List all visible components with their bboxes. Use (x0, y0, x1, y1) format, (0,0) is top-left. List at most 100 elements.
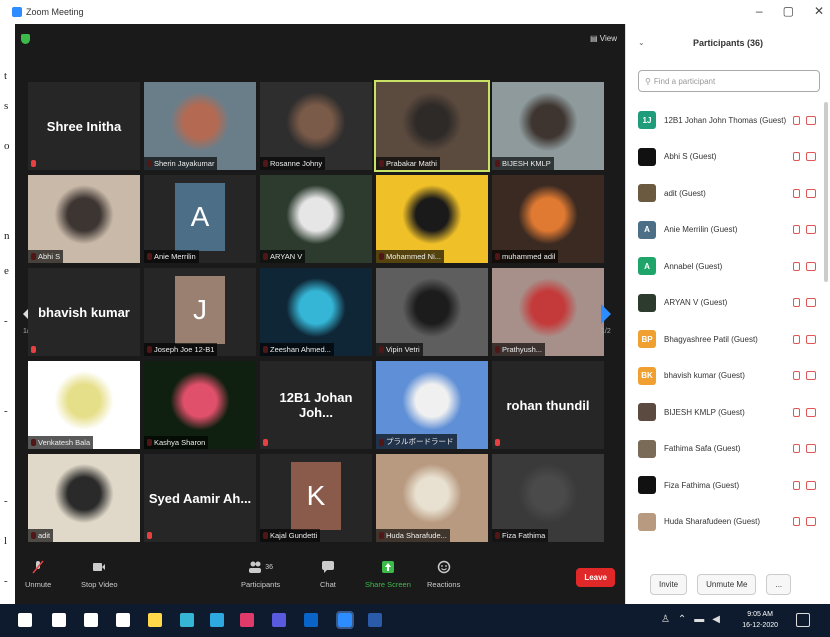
person-icon[interactable]: ♙ (661, 614, 670, 625)
windows-icon[interactable] (18, 613, 32, 627)
participant-search-input[interactable]: ⚲ Find a participant (638, 70, 820, 92)
network-icon[interactable]: ▬ (694, 614, 704, 625)
more-options-button[interactable]: ... (766, 573, 792, 595)
files-icon[interactable] (180, 613, 194, 627)
participant-row[interactable]: BP Bhagyashree Patil (Guest) (626, 321, 826, 357)
outlook-icon[interactable] (304, 613, 318, 627)
video-tile[interactable]: Rosanne Johny (260, 82, 372, 170)
tile-name-label: Sherin Jayakumar (144, 157, 218, 170)
video-tile[interactable]: Sherin Jayakumar (144, 82, 256, 170)
participant-row[interactable]: Fathima Safa (Guest) (626, 431, 826, 467)
mic-muted-icon (793, 334, 800, 344)
participant-status-icons (793, 334, 816, 344)
participant-row[interactable]: BK bhavish kumar (Guest) (626, 358, 826, 394)
leave-button[interactable]: Leave (576, 568, 615, 587)
close-icon[interactable]: ✕ (814, 4, 824, 18)
letter-avatar: J (175, 276, 225, 344)
participant-row[interactable]: A Anie Merrilin (Guest) (626, 212, 826, 248)
video-tile[interactable]: Mohammed Ni... (376, 175, 488, 263)
reactions-button[interactable]: Reactions (427, 560, 460, 589)
video-tile[interactable]: Vipin Vetri (376, 268, 488, 356)
video-tile[interactable]: Syed Aamir Ah... (144, 454, 256, 542)
paint-icon[interactable] (148, 613, 162, 627)
edge-icon[interactable] (210, 613, 224, 627)
tile-name-label: Zeeshan Ahmed... (260, 343, 334, 356)
participant-row[interactable]: adit (Guest) (626, 175, 826, 211)
video-tile[interactable]: Prabakar Mathi (374, 80, 490, 172)
video-tile[interactable]: ARYAN V (260, 175, 372, 263)
video-tile[interactable]: Fiza Fathima (492, 454, 604, 542)
minimize-icon[interactable]: – (756, 4, 763, 18)
participant-row[interactable]: Abhi S (Guest) (626, 139, 826, 175)
view-label: View (599, 34, 617, 43)
next-page-button[interactable]: 1/2 (601, 304, 613, 335)
video-tile[interactable]: Kashya Sharon (144, 361, 256, 449)
task-view-icon[interactable] (84, 613, 98, 627)
video-tile[interactable]: muhammed adil (492, 175, 604, 263)
volume-icon[interactable]: ◀ (712, 614, 720, 625)
video-tile[interactable]: K Kajal Gundetti (260, 454, 372, 542)
video-off-icon (806, 188, 816, 198)
mic-muted-icon (31, 346, 36, 353)
participant-list-scrollbar[interactable] (824, 102, 828, 282)
encryption-shield-icon[interactable] (21, 34, 30, 44)
search-icon[interactable] (52, 613, 66, 627)
participant-row[interactable]: A Annabel (Guest) (626, 248, 826, 284)
participant-name: Fathima Safa (Guest) (664, 444, 741, 453)
video-tile[interactable]: Shree Initha (28, 82, 140, 170)
meeting-area: ▤ View 1/2 Shree Initha Sherin Jayakumar R… (15, 24, 625, 604)
stop-video-button[interactable]: Stop Video (81, 560, 118, 589)
video-tile[interactable]: J Joseph Joe 12-B1 (144, 268, 256, 356)
video-tile[interactable]: Venkatesh Bala (28, 361, 140, 449)
chat-icon (321, 561, 334, 573)
word-icon[interactable] (368, 613, 382, 627)
video-tile[interactable]: 12B1 Johan Joh... (260, 361, 372, 449)
store-icon[interactable] (116, 613, 130, 627)
participant-row[interactable]: BIJESH KMLP (Guest) (626, 394, 826, 430)
participant-row[interactable]: ARYAN V (Guest) (626, 285, 826, 321)
unmute-button[interactable]: Unmute (25, 560, 51, 589)
unmute-me-button[interactable]: Unmute Me (697, 573, 757, 595)
mic-muted-icon (793, 261, 800, 271)
maximize-icon[interactable]: ▢ (783, 4, 794, 18)
participant-row[interactable]: Fiza Fathima (Guest) (626, 467, 826, 503)
strip-char: - (4, 315, 8, 327)
participant-avatar (638, 476, 656, 494)
invite-button[interactable]: Invite (650, 573, 688, 595)
video-tile[interactable]: Huda Sharafude... (376, 454, 488, 542)
video-tile[interactable]: bhavish kumar (28, 268, 140, 356)
mic-muted-icon (263, 439, 268, 446)
video-tile[interactable]: Prathyush... (492, 268, 604, 356)
slack-icon[interactable] (240, 613, 254, 627)
participant-row[interactable]: 1J 12B1 Johan John Thomas (Guest) (626, 102, 826, 138)
video-icon (93, 563, 106, 571)
video-tile[interactable]: adit (28, 454, 140, 542)
video-tile[interactable]: Zeeshan Ahmed... (260, 268, 372, 356)
video-tile[interactable]: Abhi S (28, 175, 140, 263)
strip-char: l (4, 535, 8, 547)
clock[interactable]: 9:05 AM 16-12-2020 (742, 609, 778, 631)
panel-footer: Invite Unmute Me ... (626, 564, 830, 604)
video-tile[interactable]: rohan thundil (492, 361, 604, 449)
participants-button[interactable]: 36 Participants (241, 560, 280, 589)
video-tile[interactable]: プラルボードラード (376, 361, 488, 449)
notifications-icon[interactable] (796, 613, 810, 627)
participant-row[interactable]: Huda Sharafudeen (Guest) (626, 504, 826, 540)
tile-name-card: Syed Aamir Ah... (148, 490, 252, 506)
mic-muted-icon (793, 225, 800, 234)
chat-button[interactable]: Chat (320, 560, 336, 589)
letter-avatar: K (291, 462, 341, 530)
view-button[interactable]: ▤ View (590, 34, 617, 43)
chevron-up-icon[interactable]: ⌃ (678, 614, 686, 625)
share-screen-button[interactable]: Share Screen (365, 560, 411, 589)
tile-name-label: Prabakar Mathi (376, 157, 440, 170)
windows-taskbar: ♙ ⌃ ▬ ◀ 9:05 AM 16-12-2020 (0, 604, 830, 637)
video-tile[interactable]: A Anie Merrilin (144, 175, 256, 263)
participant-status-icons (793, 188, 816, 198)
video-tile[interactable]: BIJESH KMLP (492, 82, 604, 170)
mic-muted-icon (793, 517, 800, 526)
teams-icon[interactable] (272, 613, 286, 627)
zoom-icon[interactable] (336, 611, 354, 629)
participant-status-icons (793, 444, 816, 453)
window-titlebar: Zoom Meeting – ▢ ✕ (0, 0, 830, 24)
